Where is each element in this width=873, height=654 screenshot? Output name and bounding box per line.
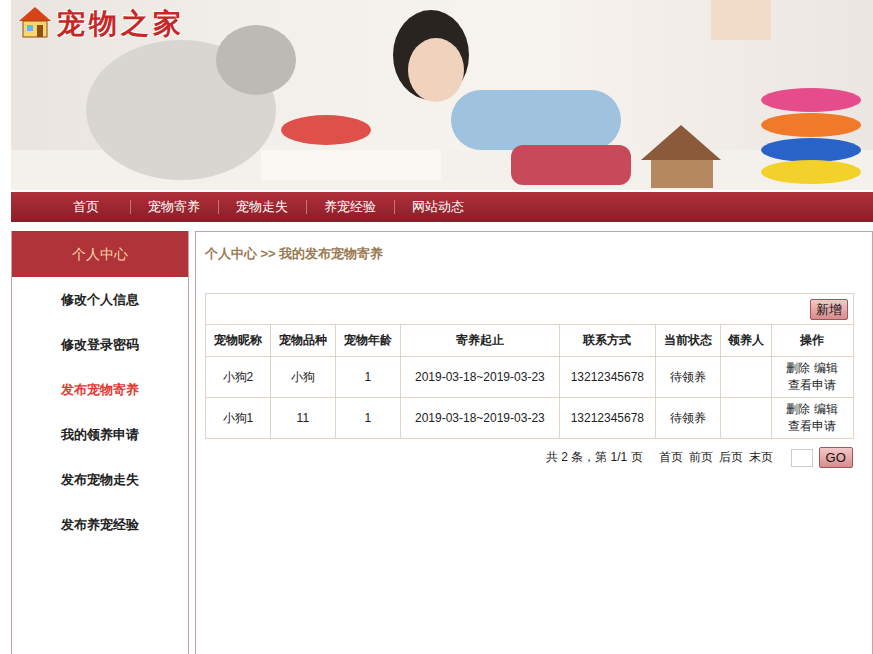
sidebar-item[interactable]: 发布养宠经验	[12, 502, 188, 547]
page-links: 首页前页后页末页	[659, 449, 773, 466]
sidebar-item[interactable]: 发布宠物走失	[12, 457, 188, 502]
sidebar-item[interactable]: 发布宠物寄养	[12, 367, 188, 412]
column-header: 寄养起止	[400, 325, 559, 357]
table-cell: 待领养	[655, 398, 720, 439]
table-cell: 13212345678	[559, 398, 655, 439]
content: 个人中心修改个人信息修改登录密码发布宠物寄养我的领养申请发布宠物走失发布养宠经验…	[11, 231, 873, 654]
page-link[interactable]: 前页	[689, 449, 713, 466]
foster-table: 新增宠物昵称宠物品种宠物年龄寄养起止联系方式当前状态领养人操作小狗2小狗1201…	[205, 293, 854, 439]
column-header: 宠物品种	[270, 325, 335, 357]
sidebar-item[interactable]: 修改登录密码	[12, 322, 188, 367]
site-logo[interactable]: 宠物之家	[17, 4, 185, 43]
table-header: 宠物昵称宠物品种宠物年龄寄养起止联系方式当前状态领养人操作	[205, 325, 853, 357]
table-cell: 待领养	[655, 357, 720, 398]
sidebar-title: 个人中心	[12, 231, 188, 277]
table-cell: 11	[270, 398, 335, 439]
nav-item[interactable]: 宠物走失	[218, 192, 306, 222]
banner: 宠物之家	[11, 0, 873, 190]
sidebar: 个人中心修改个人信息修改登录密码发布宠物寄养我的领养申请发布宠物走失发布养宠经验	[11, 231, 189, 654]
table-cell: 小狗	[270, 357, 335, 398]
table-toolbar: 新增	[205, 294, 853, 325]
row-action[interactable]: 查看申请	[788, 378, 836, 392]
add-button[interactable]: 新增	[810, 299, 848, 320]
go-button[interactable]: GO	[819, 447, 853, 468]
nav-item[interactable]: 首页	[42, 192, 130, 222]
table-cell	[720, 398, 771, 439]
main-panel: 个人中心 >> 我的发布宠物寄养新增宠物昵称宠物品种宠物年龄寄养起止联系方式当前…	[195, 231, 873, 654]
table-cell: 13212345678	[559, 357, 655, 398]
main-nav: 首页宠物寄养宠物走失养宠经验网站动态	[11, 192, 873, 222]
row-action[interactable]: 查看申请	[788, 419, 836, 433]
breadcrumb: 个人中心 >> 我的发布宠物寄养	[205, 245, 863, 263]
nav-item[interactable]: 网站动态	[394, 192, 482, 222]
page-input[interactable]	[791, 449, 813, 467]
table-cell: 2019-03-18~2019-03-23	[400, 357, 559, 398]
table-cell	[720, 357, 771, 398]
column-header: 宠物昵称	[205, 325, 270, 357]
column-header: 当前状态	[655, 325, 720, 357]
logo-text[interactable]: 宠物之家	[57, 5, 185, 43]
nav-item[interactable]: 宠物寄养	[130, 192, 218, 222]
table-cell: 2019-03-18~2019-03-23	[400, 398, 559, 439]
page-link[interactable]: 后页	[719, 449, 743, 466]
page-link[interactable]: 首页	[659, 449, 683, 466]
table-cell: 小狗1	[205, 398, 270, 439]
column-header: 操作	[771, 325, 853, 357]
nav-item[interactable]: 养宠经验	[306, 192, 394, 222]
row-action[interactable]: 编辑	[814, 402, 838, 416]
table-cell: 小狗2	[205, 357, 270, 398]
sidebar-item[interactable]: 我的领养申请	[12, 412, 188, 457]
page-link[interactable]: 末页	[749, 449, 773, 466]
column-header: 领养人	[720, 325, 771, 357]
sidebar-item[interactable]: 修改个人信息	[12, 277, 188, 322]
row-action[interactable]: 删除	[786, 402, 810, 416]
column-header: 联系方式	[559, 325, 655, 357]
actions-cell: 删除编辑查看申请	[771, 398, 853, 439]
page-summary: 共 2 条，第 1/1 页	[546, 449, 643, 466]
table-row: 小狗2小狗12019-03-18~2019-03-2313212345678待领…	[205, 357, 853, 398]
row-action[interactable]: 编辑	[814, 361, 838, 375]
table-cell: 1	[335, 398, 400, 439]
table-cell: 1	[335, 357, 400, 398]
actions-cell: 删除编辑查看申请	[771, 357, 853, 398]
row-action[interactable]: 删除	[786, 361, 810, 375]
table-row: 小狗11112019-03-18~2019-03-2313212345678待领…	[205, 398, 853, 439]
house-icon	[17, 4, 53, 43]
pagination: 共 2 条，第 1/1 页首页前页后页末页 GO	[205, 447, 853, 468]
column-header: 宠物年龄	[335, 325, 400, 357]
